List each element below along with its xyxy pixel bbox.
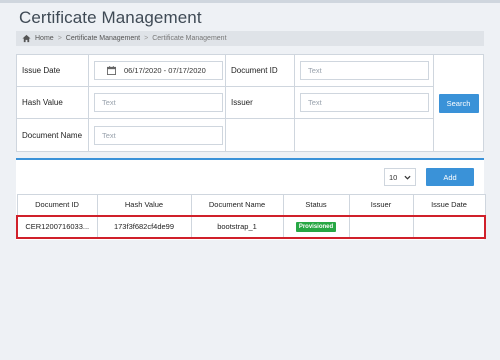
document-name-cell: Text <box>89 119 226 151</box>
cell-status: Provisioned <box>282 214 350 239</box>
issuer-label: Issuer <box>231 98 253 107</box>
column-header-issuer[interactable]: Issuer <box>348 194 414 216</box>
document-id-cell: Text <box>295 55 434 87</box>
document-id-input[interactable]: Text <box>300 61 429 80</box>
cell-document-id: CER1200716033... <box>16 214 98 239</box>
column-header-document-id[interactable]: Document ID <box>16 194 98 216</box>
document-id-label: Document ID <box>231 66 278 75</box>
results-table: Document ID Hash Value Document Name Sta… <box>16 194 486 239</box>
breadcrumb: Home > Certificate Management > Certific… <box>16 31 484 46</box>
issuer-placeholder: Text <box>308 98 322 107</box>
hash-value-cell: Text <box>89 87 226 119</box>
cell-document-name: bootstrap_1 <box>190 214 284 239</box>
page-size-select[interactable]: 10 <box>384 168 416 186</box>
cell-issue-date <box>412 214 486 239</box>
issuer-label-cell: Issuer <box>226 87 295 119</box>
issue-date-cell: 06/17/2020 - 07/17/2020 <box>89 55 226 87</box>
chevron-down-icon <box>404 175 411 180</box>
status-badge: Provisioned <box>295 222 337 232</box>
add-button[interactable]: Add <box>426 168 474 186</box>
cell-issuer <box>348 214 414 239</box>
page-title: Certificate Management <box>19 8 202 27</box>
issue-date-range-input[interactable]: 06/17/2020 - 07/17/2020 <box>94 61 223 80</box>
breadcrumb-separator: > <box>144 35 149 42</box>
table-header-row: Document ID Hash Value Document Name Sta… <box>16 194 486 216</box>
cell-hash-value: 173f3f682cf4de99 <box>96 214 192 239</box>
issue-date-value: 06/17/2020 - 07/17/2020 <box>124 66 206 75</box>
issue-date-label: Issue Date <box>22 66 61 75</box>
hash-value-input[interactable]: Text <box>94 93 223 112</box>
document-name-input[interactable]: Text <box>94 125 223 145</box>
document-name-label-cell: Document Name <box>17 119 89 151</box>
results-toolbar: 10 Add <box>384 168 474 186</box>
document-id-label-cell: Document ID <box>226 55 295 87</box>
breadcrumb-current: Certificate Management <box>152 35 227 42</box>
hash-value-label-cell: Hash Value <box>17 87 89 119</box>
results-panel: 10 Add Document ID Hash Value Document N… <box>16 158 486 240</box>
table-row[interactable]: CER1200716033... 173f3f682cf4de99 bootst… <box>16 214 486 239</box>
home-icon <box>22 34 31 43</box>
top-strip <box>0 0 500 3</box>
column-header-document-name[interactable]: Document Name <box>190 194 284 216</box>
hash-value-placeholder: Text <box>102 98 116 107</box>
document-name-label: Document Name <box>22 130 83 140</box>
empty-cell <box>226 119 295 151</box>
page-size-value: 10 <box>389 172 398 182</box>
issuer-cell: Text <box>295 87 434 119</box>
breadcrumb-separator: > <box>57 35 62 42</box>
breadcrumb-home[interactable]: Home <box>35 35 54 42</box>
column-header-issue-date[interactable]: Issue Date <box>412 194 486 216</box>
calendar-icon <box>107 66 116 75</box>
column-header-status[interactable]: Status <box>282 194 350 216</box>
search-panel: Issue Date 06/17/2020 - 07/17/2020 Docum… <box>16 54 484 152</box>
issue-date-label-cell: Issue Date <box>17 55 89 87</box>
empty-cell <box>295 119 434 151</box>
hash-value-label: Hash Value <box>22 98 63 107</box>
document-id-placeholder: Text <box>308 66 322 75</box>
search-form: Issue Date 06/17/2020 - 07/17/2020 Docum… <box>17 55 434 151</box>
issuer-input[interactable]: Text <box>300 93 429 112</box>
breadcrumb-section[interactable]: Certificate Management <box>66 35 140 42</box>
document-name-placeholder: Text <box>102 130 116 140</box>
search-button[interactable]: Search <box>438 93 479 113</box>
column-header-hash-value[interactable]: Hash Value <box>96 194 192 216</box>
search-button-cell: Search <box>434 55 483 151</box>
